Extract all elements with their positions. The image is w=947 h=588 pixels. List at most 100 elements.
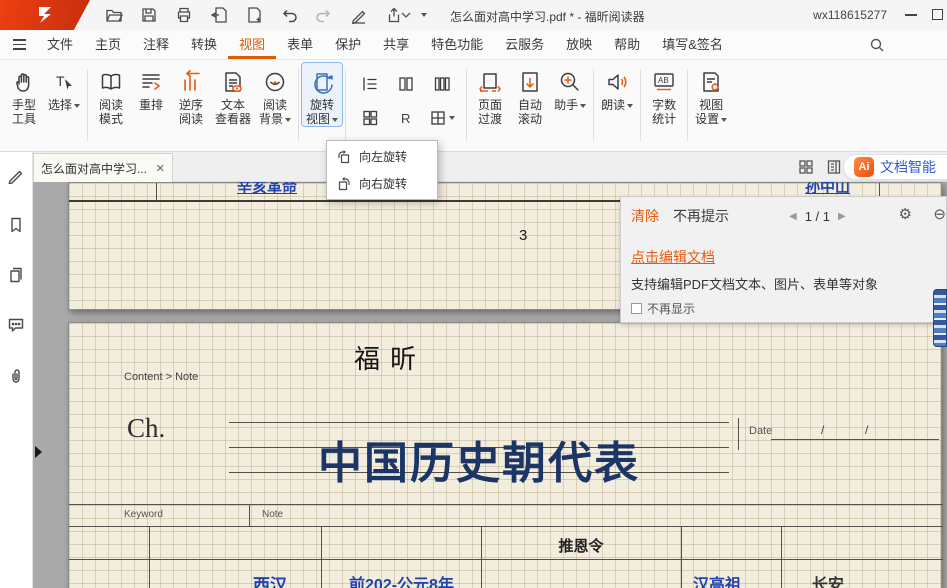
navigation-sidebar — [0, 152, 33, 588]
chevron-down-icon — [398, 7, 414, 23]
read-mode-button[interactable]: 阅读 模式 — [91, 63, 131, 126]
menu-help[interactable]: 帮助 — [603, 30, 651, 59]
save-button[interactable] — [139, 5, 159, 25]
prev-hint-icon[interactable]: ◀ — [789, 211, 797, 222]
search-button[interactable] — [869, 37, 885, 53]
menu-comment[interactable]: 注释 — [132, 30, 180, 59]
clear-button[interactable]: 清除 — [631, 206, 659, 226]
text-viewer-button[interactable]: 文本 查看器 — [211, 63, 255, 126]
table-cell-capital: 长安 — [781, 571, 875, 588]
view-settings-icon — [699, 66, 723, 98]
facing-pages-view-button[interactable] — [391, 69, 421, 99]
hand-tool-button[interactable]: 手型 工具 — [4, 63, 44, 126]
read-background-button[interactable]: 阅读 背景 — [255, 63, 295, 126]
assistant-button[interactable]: 助手 — [550, 63, 590, 112]
account-name[interactable]: wx118615277 — [813, 8, 887, 22]
comments-panel-button[interactable] — [5, 314, 27, 336]
reverse-read-button[interactable]: 逆序 阅读 — [171, 63, 211, 126]
annotate-panel-button[interactable] — [5, 164, 27, 186]
menu-home[interactable]: 主页 — [84, 30, 132, 59]
menu-share[interactable]: 共享 — [372, 30, 420, 59]
hint-collapse-icon[interactable]: ⊖ — [933, 205, 946, 223]
minimize-button[interactable] — [905, 14, 917, 16]
read-aloud-button[interactable]: 朗读 — [597, 63, 637, 112]
next-hint-icon[interactable]: ▶ — [838, 211, 846, 222]
continuous-view-button[interactable] — [355, 103, 385, 133]
rotate-left-menu-item[interactable]: 向左旋转 — [327, 143, 437, 170]
open-file-button[interactable] — [104, 5, 124, 25]
table-line — [249, 504, 250, 526]
hint-settings-gear-icon[interactable]: ⚙ — [899, 205, 912, 223]
table-line — [738, 418, 739, 450]
edit-hint-description: 支持编辑PDF文档文本、图片、表单等对象 — [631, 274, 878, 293]
split-view-button[interactable] — [427, 103, 457, 133]
reverse-read-label: 逆序 阅读 — [179, 98, 203, 126]
single-page-view-button[interactable] — [355, 69, 385, 99]
menu-file[interactable]: 文件 — [36, 30, 84, 59]
hint-page-indicator: 1 / 1 — [805, 209, 830, 224]
attachments-panel-button[interactable] — [5, 364, 27, 386]
no-more-tips-button[interactable]: 不再提示 — [673, 206, 729, 226]
page1-page-number: 3 — [519, 227, 527, 244]
docked-panel-handle[interactable] — [933, 289, 947, 347]
dont-show-checkbox[interactable] — [631, 303, 642, 314]
menu-presentation[interactable]: 放映 — [555, 30, 603, 59]
document-tab[interactable]: 怎么面对高中学习... ✕ — [33, 153, 173, 182]
foxit-logo[interactable] — [0, 0, 90, 30]
redo-button[interactable] — [314, 5, 334, 25]
menu-features[interactable]: 特色功能 — [420, 30, 494, 59]
menu-view[interactable]: 视图 — [228, 30, 276, 59]
dont-show-again-option[interactable]: 不再显示 — [631, 300, 695, 317]
hamburger-menu-button[interactable] — [0, 30, 36, 59]
rotate-right-label: 向右旋转 — [359, 175, 407, 192]
page-list-icon — [826, 159, 842, 175]
ruled-line — [229, 422, 729, 423]
reading-order-button[interactable]: R — [391, 103, 421, 133]
create-document-button[interactable] — [244, 5, 264, 25]
collapse-toolbar-button[interactable] — [398, 7, 414, 23]
undo-button[interactable] — [279, 5, 299, 25]
menu-convert[interactable]: 转换 — [180, 30, 228, 59]
thumbnail-view-button[interactable] — [797, 158, 815, 176]
page-transition-icon — [478, 66, 502, 98]
export-document-button[interactable] — [209, 5, 229, 25]
view-settings-button[interactable]: 视图 设置 — [691, 63, 731, 126]
page-list-view-button[interactable] — [825, 158, 843, 176]
pages-panel-button[interactable] — [5, 264, 27, 286]
document-ai-button[interactable]: Ai 文档智能 — [843, 154, 947, 180]
table-cell-emperor: 汉高祖 — [667, 571, 767, 588]
menu-fill-sign[interactable]: 填写&签名 — [651, 30, 734, 59]
pdf-page-2[interactable]: 福昕 Content > Note Ch. 中国历史朝代表 Date / / K… — [68, 322, 942, 588]
select-cursor-icon: T — [52, 66, 76, 98]
edit-document-link[interactable]: 点击编辑文档 — [631, 247, 715, 267]
foxit-logo-icon — [35, 5, 55, 25]
menu-cloud[interactable]: 云服务 — [494, 30, 555, 59]
save-icon — [140, 6, 158, 24]
share-dropdown-caret[interactable] — [421, 13, 427, 17]
dropdown-caret — [627, 104, 633, 108]
rotate-right-menu-item[interactable]: 向右旋转 — [327, 170, 437, 197]
bookmarks-panel-button[interactable] — [5, 214, 27, 236]
auto-scroll-button[interactable]: 自动 滚动 — [510, 63, 550, 126]
speaker-icon — [605, 66, 629, 98]
column-view-button[interactable] — [427, 69, 457, 99]
word-count-button[interactable]: AB 字数 统计 — [644, 63, 684, 126]
reflow-button[interactable]: 重排 — [131, 63, 171, 112]
table-line — [149, 526, 150, 588]
sidebar-expand-handle[interactable] — [35, 446, 42, 458]
window-title: 怎么面对高中学习.pdf * - 福昕阅读器 — [450, 8, 645, 25]
rotate-view-button[interactable]: 旋转 视图 — [302, 63, 342, 126]
print-button[interactable] — [174, 5, 194, 25]
menu-protect[interactable]: 保护 — [324, 30, 372, 59]
edit-pen-button[interactable] — [349, 5, 369, 25]
watermark: 福昕 — [354, 339, 426, 376]
page-transition-button[interactable]: 页面 过渡 — [470, 63, 510, 126]
select-tool-button[interactable]: T 选择 — [44, 63, 84, 112]
rotate-left-icon — [336, 149, 352, 165]
close-tab-icon[interactable]: ✕ — [156, 162, 165, 175]
dropdown-caret — [721, 118, 727, 122]
maximize-button[interactable] — [932, 9, 943, 20]
rotate-right-icon — [336, 176, 352, 192]
menu-form[interactable]: 表单 — [276, 30, 324, 59]
view-ribbon: 手型 工具 T 选择 阅读 模式 重排 — [0, 60, 947, 152]
